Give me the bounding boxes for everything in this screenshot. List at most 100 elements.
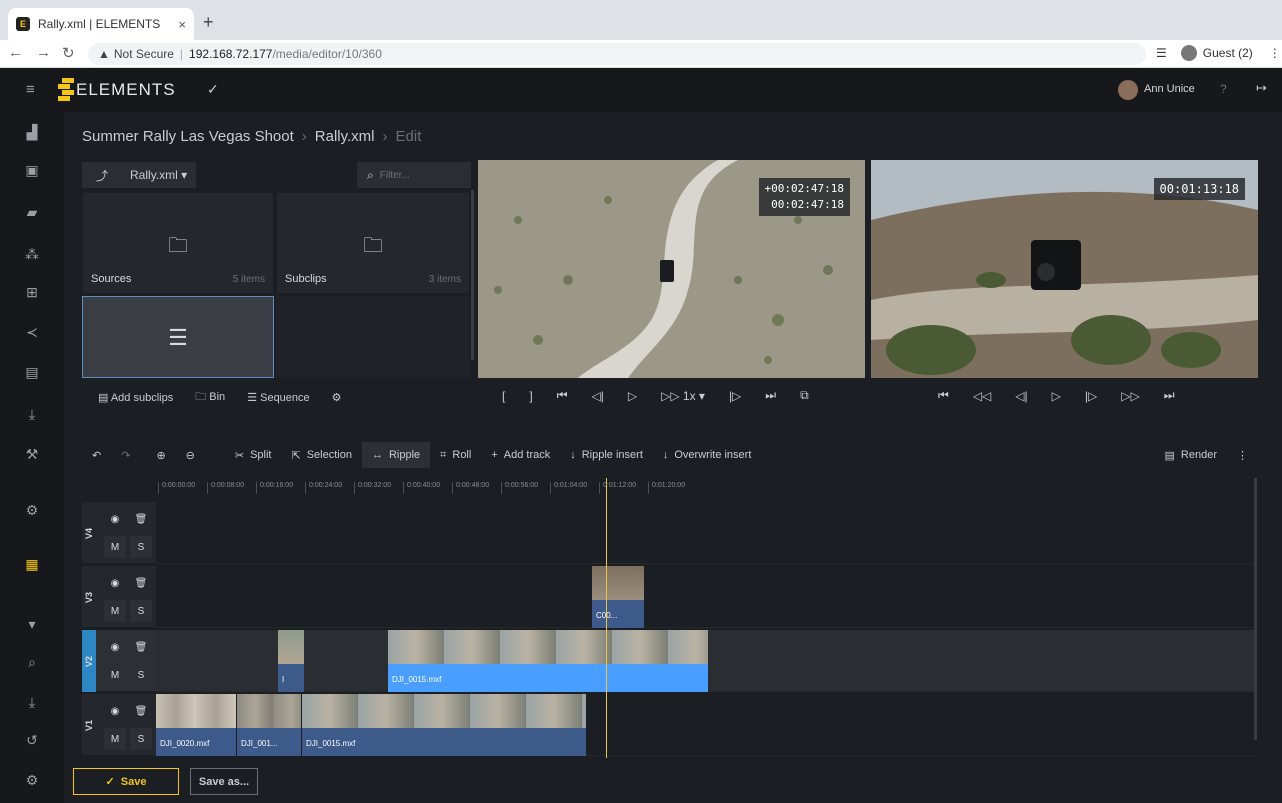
share-icon[interactable]: ≺ [22, 322, 42, 342]
track-lane-v2[interactable]: I DJI_0015.mxf [156, 630, 1256, 692]
track-lane-v4[interactable] [156, 502, 1256, 564]
redo-icon[interactable]: ↷ [111, 442, 140, 468]
roll-tool[interactable]: ⌗ Roll [430, 442, 481, 468]
search-icon[interactable]: ⌕ [22, 652, 42, 672]
zoom-out-icon[interactable]: ⊖ [176, 442, 205, 468]
trash-icon[interactable]: 🗑 [130, 636, 152, 658]
go-to-start-icon[interactable]: ⏮ [938, 388, 949, 403]
help-icon[interactable]: ? [1220, 82, 1227, 96]
timeline-clip[interactable]: I [278, 630, 304, 692]
render-button[interactable]: ▤ Render [1155, 442, 1227, 468]
filter-input[interactable]: ⌕ Filter... [357, 162, 471, 188]
bin-selector[interactable]: ⤴ Rally.xml ▾ [82, 162, 196, 188]
breadcrumb-file[interactable]: Rally.xml [315, 128, 375, 145]
back-icon[interactable]: ← [8, 44, 23, 61]
zoom-in-icon[interactable]: ⊕ [146, 442, 175, 468]
logo[interactable]: ELEMENTS [58, 78, 176, 102]
history-icon[interactable]: ↺ [22, 730, 42, 750]
step-back-icon[interactable]: ◁| [592, 389, 604, 403]
users-icon[interactable]: ⁂ [22, 244, 42, 264]
timeline-clip[interactable]: C00... [592, 566, 644, 628]
source-viewer[interactable]: +00:02:47:18 00:02:47:18 [478, 160, 865, 378]
timeline-scrollbar[interactable] [1254, 478, 1257, 740]
up-arrow-icon[interactable]: ⤴ [96, 167, 108, 184]
solo-button[interactable]: S [130, 728, 152, 750]
step-forward-icon[interactable]: |▷ [729, 389, 741, 403]
step-back-icon[interactable]: ◁| [1015, 389, 1027, 403]
add-track-button[interactable]: + Add track [481, 442, 560, 468]
timeline-more-icon[interactable]: ⋮ [1227, 442, 1258, 468]
folder-icon[interactable]: ▰ [22, 202, 42, 222]
url-field[interactable]: ▲ Not Secure | 192.168.72.177 /media/edi… [88, 43, 1146, 65]
trash-icon[interactable]: 🗑 [130, 508, 152, 530]
timeline-clip-selected[interactable]: DJI_0015.mxf [388, 630, 708, 692]
open-external-icon[interactable]: ⧉ [800, 388, 809, 403]
mute-button[interactable]: M [104, 728, 126, 750]
browser-tab[interactable]: E Rally.xml | ELEMENTS × [8, 8, 194, 40]
ripple-tool[interactable]: ↔ Ripple [361, 442, 431, 468]
profile-button[interactable]: ☰ Guest (2) ⋮ [1156, 45, 1281, 61]
avatar[interactable] [1118, 80, 1138, 100]
analytics-icon[interactable]: ▟ [22, 122, 42, 142]
media-library-icon[interactable]: ▤ [22, 362, 42, 382]
playhead[interactable] [606, 478, 607, 758]
reading-list-icon[interactable]: ☰ [1156, 46, 1167, 60]
bin-sequence-item[interactable]: ☰ [82, 296, 274, 378]
speed-select[interactable]: ▷▷ 1x ▾ [661, 389, 705, 403]
program-viewer[interactable]: 00:01:13:18 [871, 160, 1258, 378]
browser-menu-icon[interactable]: ⋮ [1269, 46, 1281, 60]
logout-icon[interactable]: ↦ [1256, 80, 1267, 96]
mute-button[interactable]: M [104, 664, 126, 686]
go-to-end-icon[interactable]: ⏭ [765, 388, 776, 403]
fast-forward-icon[interactable]: ▷▷ [1121, 389, 1139, 403]
step-forward-icon[interactable]: |▷ [1085, 389, 1097, 403]
eye-icon[interactable]: ◉ [104, 572, 126, 594]
timeline-clip[interactable]: DJI_0015.mxf [302, 694, 586, 756]
play-icon[interactable]: ▷ [1052, 389, 1061, 403]
tab-close-icon[interactable]: × [178, 17, 186, 32]
new-tab-button[interactable]: + [203, 12, 214, 33]
rewind-icon[interactable]: ◁◁ [973, 389, 991, 403]
chevron-down-icon[interactable]: ▾ [22, 614, 42, 634]
wrench-icon[interactable]: ⚒ [22, 444, 42, 464]
download-tray-icon[interactable]: ⤓ [22, 692, 42, 712]
add-subclips-button[interactable]: ▤ Add subclips [98, 391, 173, 404]
briefcase-icon[interactable]: ▣ [22, 160, 42, 180]
save-as-button[interactable]: Save as... [190, 768, 258, 795]
selection-tool[interactable]: ⇱ Selection [282, 442, 362, 468]
new-bin-button[interactable]: 🗀 Bin [195, 388, 225, 407]
save-button[interactable]: ✓ Save [73, 768, 179, 795]
mute-button[interactable]: M [104, 600, 126, 622]
eye-icon[interactable]: ◉ [104, 508, 126, 530]
download-icon[interactable]: ⤓ [22, 404, 42, 424]
play-icon[interactable]: ▷ [628, 389, 637, 403]
undo-icon[interactable]: ↶ [82, 442, 111, 468]
settings-cluster-icon[interactable]: ⚙ [22, 500, 42, 520]
track-lane-v1[interactable]: DJI_0020.mxf DJI_001... DJI_0015.mxf [156, 694, 1256, 756]
bin-scrollbar[interactable] [471, 190, 474, 360]
bin-folder-subclips[interactable]: 🗀 Subclips 3 items [276, 192, 470, 294]
go-to-end-icon[interactable]: ⏭ [1164, 388, 1175, 403]
timeline-clip[interactable]: DJI_0020.mxf [156, 694, 236, 756]
bin-settings-icon[interactable]: ⚙ [332, 391, 342, 404]
user-name[interactable]: Ann Unice [1144, 83, 1195, 95]
solo-button[interactable]: S [130, 536, 152, 558]
eye-icon[interactable]: ◉ [104, 636, 126, 658]
timeline-editor-icon[interactable]: ▦ [22, 554, 42, 574]
menu-icon[interactable]: ≡ [26, 81, 35, 98]
solo-button[interactable]: S [130, 600, 152, 622]
solo-button[interactable]: S [130, 664, 152, 686]
overwrite-insert-button[interactable]: ↓ Overwrite insert [653, 442, 762, 468]
ripple-insert-button[interactable]: ↓ Ripple insert [560, 442, 653, 468]
reload-icon[interactable]: ↻ [62, 44, 75, 62]
trash-icon[interactable]: 🗑 [130, 572, 152, 594]
bin-folder-sources[interactable]: 🗀 Sources 5 items [82, 192, 274, 294]
breadcrumb-project[interactable]: Summer Rally Las Vegas Shoot [82, 128, 294, 145]
go-to-start-icon[interactable]: ⏮ [557, 388, 568, 403]
split-tool[interactable]: ✂ Split [225, 442, 282, 468]
mark-in-icon[interactable]: [ [502, 389, 505, 403]
new-sequence-button[interactable]: ☰ Sequence [247, 391, 309, 404]
mute-button[interactable]: M [104, 536, 126, 558]
sitemap-icon[interactable]: ⊞ [22, 282, 42, 302]
timeline-clip[interactable]: DJI_001... [237, 694, 301, 756]
